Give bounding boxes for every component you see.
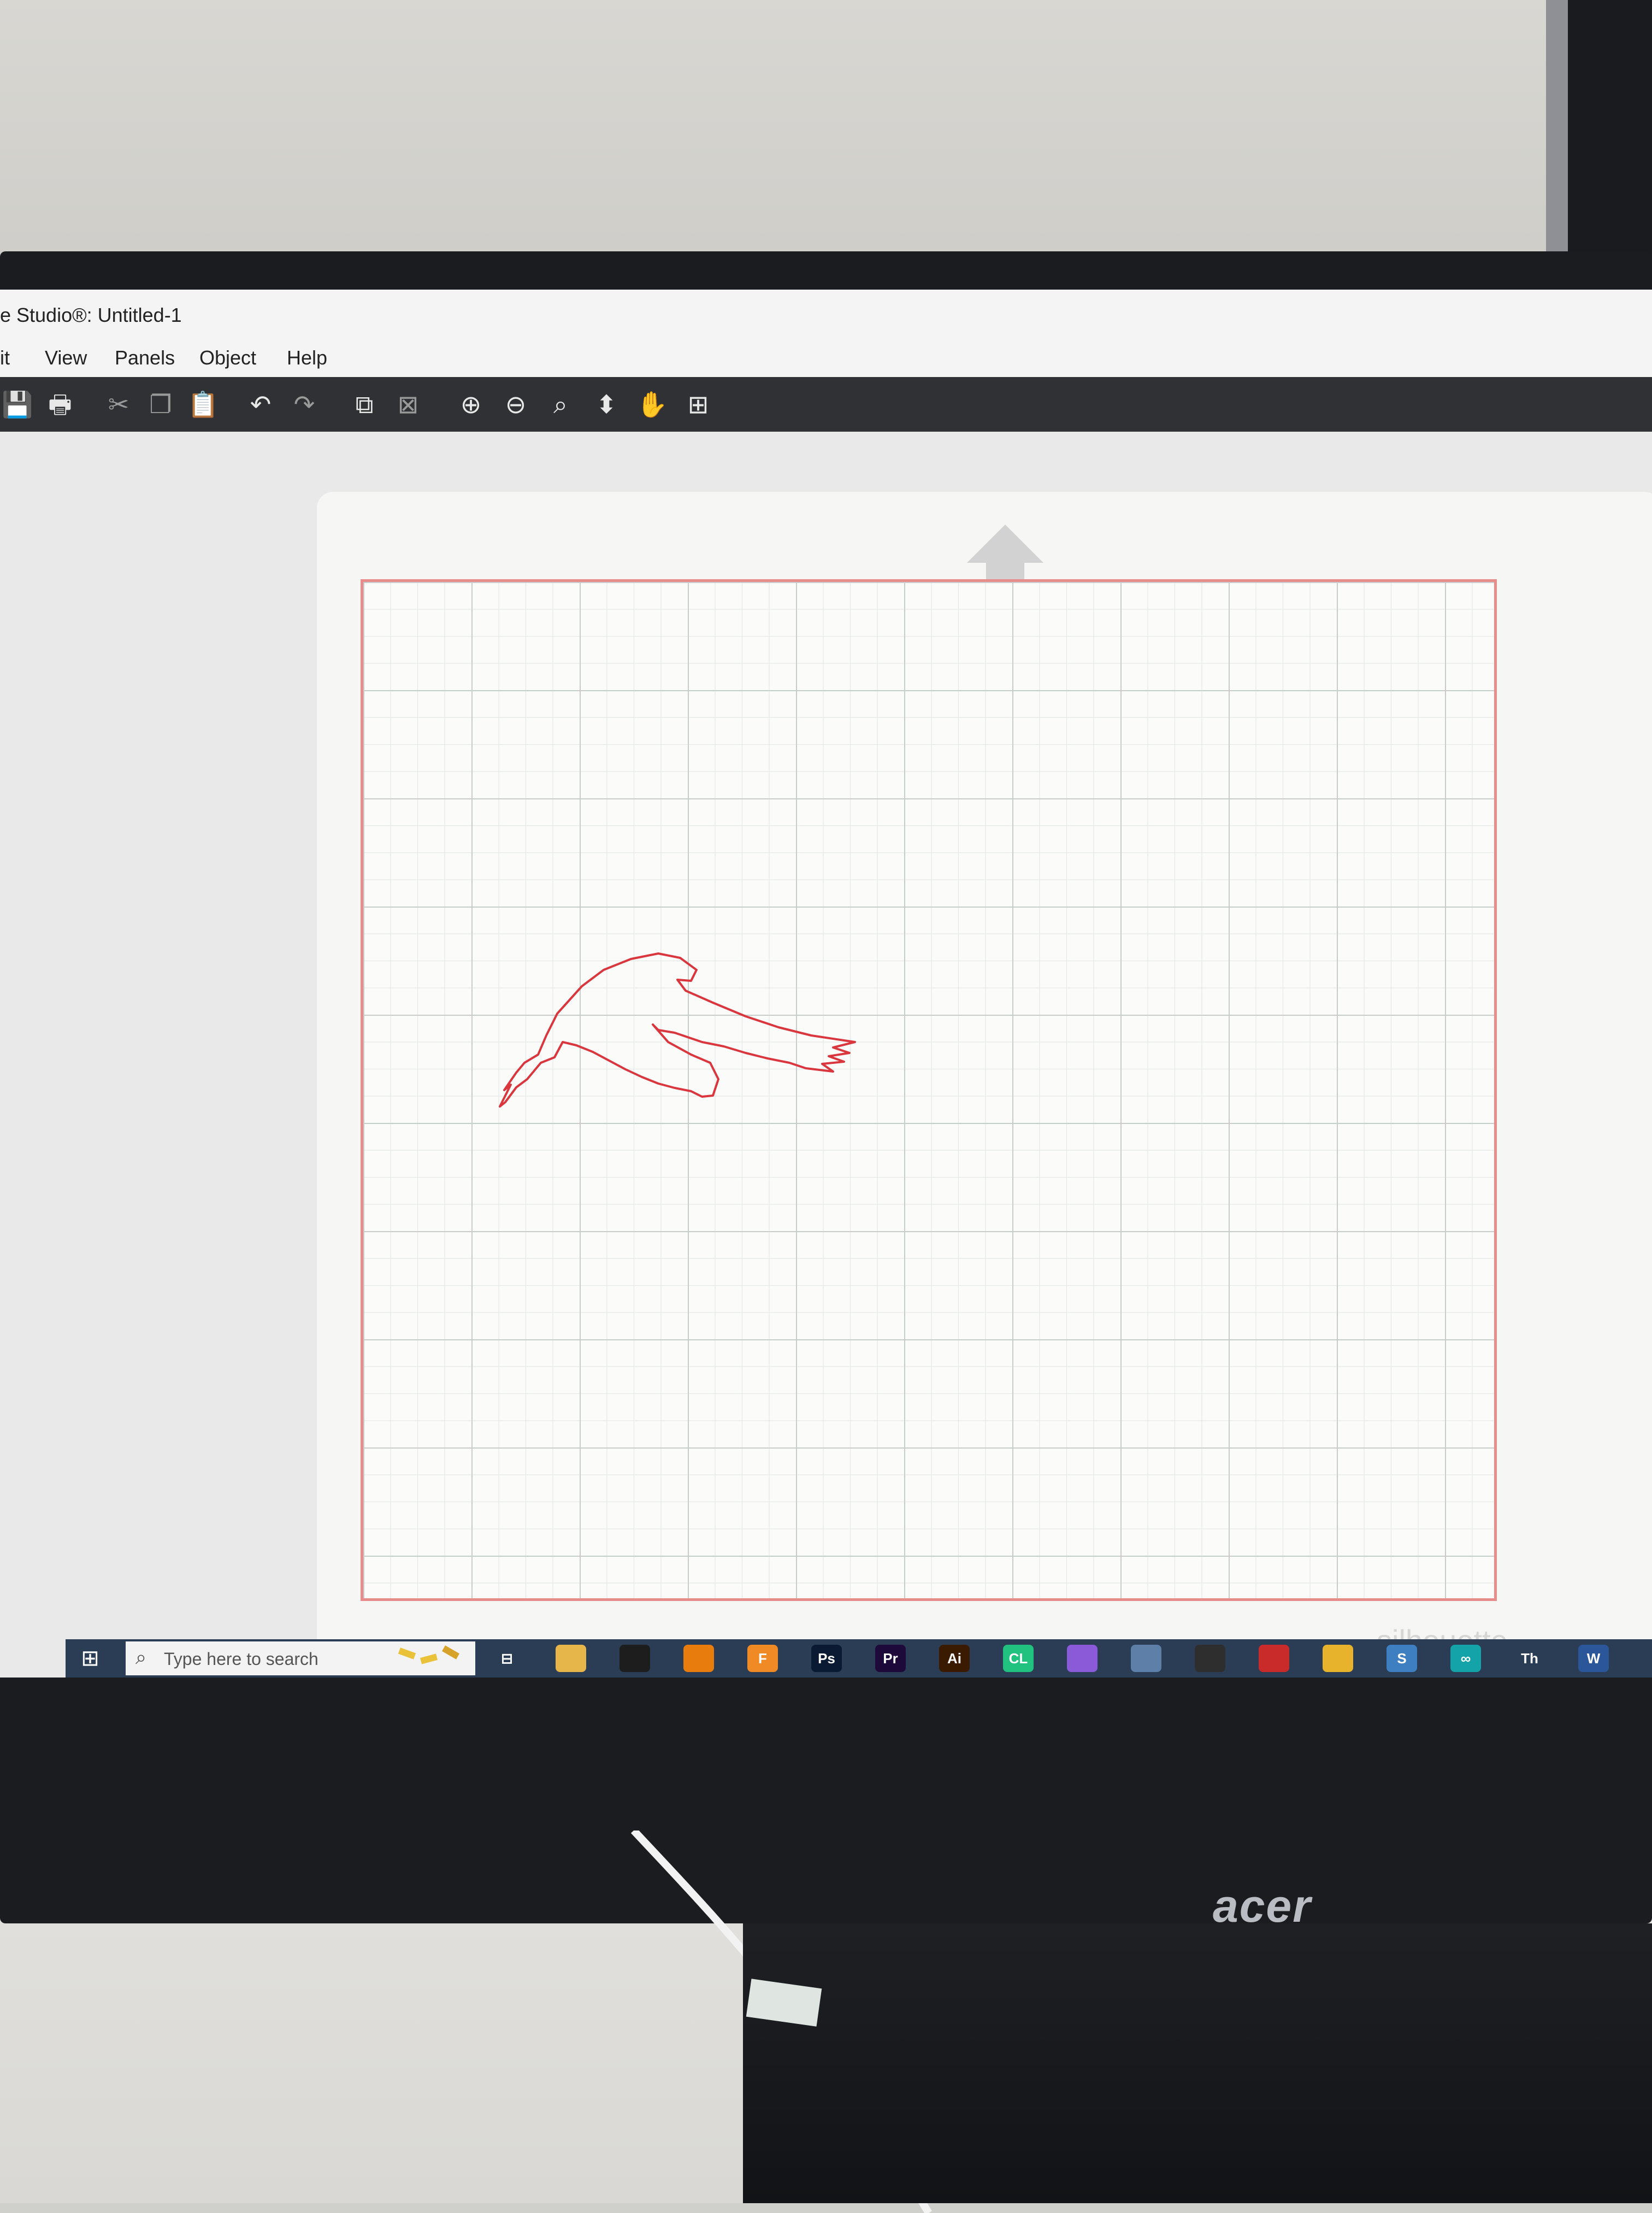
cutting-mat	[317, 492, 1652, 1678]
bird-cut-shape[interactable]	[494, 899, 910, 1117]
menu-bar: it View Panels Object Help	[0, 339, 1652, 377]
pan-hand-icon[interactable]: ✋	[635, 387, 670, 422]
windows-taskbar: ⊞ ⌕ Type here to search ⊟ F Ps Pr Ai CL S ∞ Th W	[66, 1639, 1652, 1678]
windows-start-icon[interactable]: ⊞	[76, 1645, 104, 1672]
window-title: e Studio®: Untitled-1	[0, 304, 182, 326]
file-explorer-icon[interactable]	[556, 1645, 586, 1672]
ungroup-icon[interactable]: ⊠	[391, 387, 426, 422]
blender-icon[interactable]	[683, 1645, 714, 1672]
illustrator-icon[interactable]: Ai	[939, 1645, 970, 1672]
copy-icon[interactable]: ❐	[143, 387, 178, 422]
cut-area-grid[interactable]	[361, 579, 1497, 1601]
search-placeholder: Type here to search	[164, 1649, 318, 1669]
screen: e Studio®: Untitled-1 it View Panels Obj…	[0, 290, 1652, 1678]
feed-direction-arrow-icon	[967, 525, 1043, 563]
clion-icon[interactable]: CL	[1003, 1645, 1034, 1672]
monitor-stand	[743, 1923, 1652, 2203]
acer-logo: acer	[1213, 1880, 1312, 1932]
print-icon[interactable]: 🖶	[43, 387, 78, 422]
redo-icon[interactable]: ↷	[287, 387, 322, 422]
save-icon[interactable]: 💾	[0, 387, 35, 422]
unity-icon[interactable]	[1195, 1645, 1225, 1672]
zoom-select-icon[interactable]: ⌕	[543, 387, 578, 422]
fit-to-page-icon[interactable]: ⬍	[589, 387, 624, 422]
zoom-out-icon[interactable]: ⊖	[498, 387, 533, 422]
bird-outline	[499, 952, 856, 1108]
app-red-icon[interactable]	[1259, 1645, 1289, 1672]
undo-icon[interactable]: ↶	[243, 387, 278, 422]
group-icon[interactable]: ⧉	[347, 387, 382, 422]
inkscape-icon[interactable]	[620, 1645, 650, 1672]
search-icon: ⌕	[135, 1646, 147, 1668]
cut-icon[interactable]: ✂	[101, 387, 136, 422]
task-view-icon[interactable]: ⊟	[492, 1645, 522, 1672]
title-bar: e Studio®: Untitled-1	[0, 290, 1652, 339]
menu-panels[interactable]: Panels	[115, 346, 175, 369]
search-highlight-art	[398, 1645, 459, 1664]
arduino-icon[interactable]: ∞	[1450, 1645, 1481, 1672]
zoom-in-icon[interactable]: ⊕	[453, 387, 488, 422]
menu-edit[interactable]: it	[0, 346, 10, 369]
premiere-icon[interactable]: Pr	[875, 1645, 906, 1672]
design-workspace[interactable]: silhouette	[0, 432, 1652, 1678]
app-blue-icon[interactable]	[1131, 1645, 1161, 1672]
silhouette-icon[interactable]: S	[1386, 1645, 1417, 1672]
second-monitor-edge	[1546, 0, 1568, 295]
visual-studio-icon[interactable]	[1067, 1645, 1098, 1672]
toolbar: 💾 🖶 ✂ ❐ 📋 ↶ ↷ ⧉ ⊠ ⊕ ⊖ ⌕ ⬍ ✋ ⊞	[0, 377, 1652, 432]
chrome-icon[interactable]	[1323, 1645, 1353, 1672]
fit-window-icon[interactable]: ⊞	[681, 387, 716, 422]
word-icon[interactable]: W	[1578, 1645, 1609, 1672]
menu-view[interactable]: View	[45, 346, 87, 369]
paste-icon[interactable]: 📋	[186, 387, 221, 422]
fusion-icon[interactable]: F	[747, 1645, 778, 1672]
menu-help[interactable]: Help	[287, 346, 327, 369]
taskbar-search-box[interactable]: ⌕ Type here to search	[126, 1641, 475, 1675]
menu-object[interactable]: Object	[199, 346, 256, 369]
photoshop-icon[interactable]: Ps	[811, 1645, 842, 1672]
text-app-icon[interactable]: Th	[1514, 1645, 1545, 1672]
